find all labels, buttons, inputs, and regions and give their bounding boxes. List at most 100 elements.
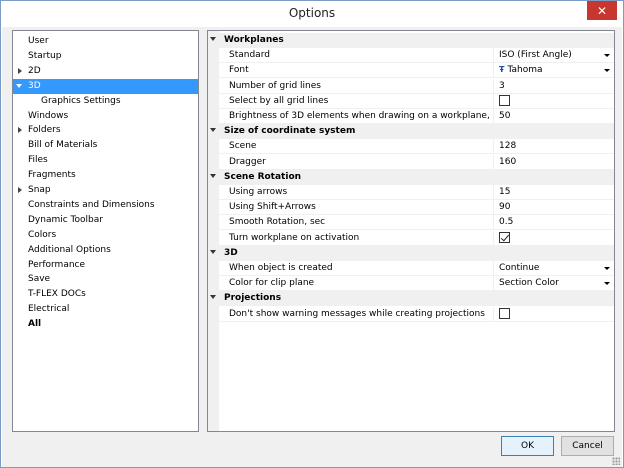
dropdown-arrow-icon[interactable] xyxy=(604,282,610,286)
property-value-text: Continue xyxy=(499,263,540,273)
grid-property-row[interactable]: Number of grid lines 3 xyxy=(219,78,614,94)
property-value[interactable] xyxy=(493,93,614,108)
tree-item[interactable]: Additional Options xyxy=(13,243,198,258)
expanded-arrow-icon[interactable] xyxy=(16,83,22,88)
property-value[interactable]: 128 xyxy=(493,139,614,154)
property-value[interactable]: 160 xyxy=(493,154,614,169)
property-value[interactable]: 15 xyxy=(493,185,614,199)
dialog-body: User Startup 2D 3D Graphics Settings Windows F… xyxy=(2,27,622,467)
tree-item[interactable]: Bill of Materials xyxy=(13,138,198,153)
property-name: Don't show warning messages while creati… xyxy=(229,308,485,319)
grid-category[interactable]: Scene Rotation xyxy=(208,169,614,185)
options-tree[interactable]: User Startup 2D 3D Graphics Settings Windows F… xyxy=(12,30,199,432)
property-value[interactable]: ISO (First Angle) xyxy=(493,48,614,63)
grid-property-row[interactable]: Select by all grid lines xyxy=(219,93,614,109)
tree-item-label: Files xyxy=(28,155,48,166)
tree-item[interactable]: All xyxy=(13,317,198,332)
property-value[interactable] xyxy=(493,306,614,321)
cancel-button[interactable]: Cancel xyxy=(561,436,614,456)
tree-item[interactable]: T-FLEX DOCs xyxy=(13,287,198,302)
collapsed-arrow-icon[interactable] xyxy=(18,127,22,134)
tree-item[interactable]: Fragments xyxy=(13,168,198,183)
property-value[interactable]: 0.5 xyxy=(493,215,614,230)
close-button[interactable]: ✕ xyxy=(587,1,617,20)
tree-item[interactable]: 2D xyxy=(13,64,198,79)
tree-item[interactable]: Windows xyxy=(13,109,198,124)
property-value[interactable]: Continue xyxy=(493,261,614,275)
checkbox-unchecked[interactable] xyxy=(499,307,510,319)
category-collapse-icon[interactable] xyxy=(210,128,216,133)
property-name: Standard xyxy=(229,50,270,61)
ok-button[interactable]: OK xyxy=(501,436,554,456)
tree-item-label: T-FLEX DOCs xyxy=(28,289,86,300)
tree-item-label: Folders xyxy=(28,125,61,136)
tree-item[interactable]: User xyxy=(13,34,198,49)
grid-property-row[interactable]: Standard ISO (First Angle) xyxy=(219,48,614,64)
property-value-text: 3 xyxy=(499,80,505,91)
collapsed-arrow-icon[interactable] xyxy=(18,187,22,193)
tree-item-label: Performance xyxy=(28,259,86,270)
property-value-text: Section Color xyxy=(499,278,559,289)
grid-property-row[interactable]: Font Ŧ Tahoma xyxy=(219,63,614,79)
property-value[interactable]: 50 xyxy=(493,109,614,123)
grid-category[interactable]: Size of coordinate system xyxy=(208,124,614,140)
category-collapse-icon[interactable] xyxy=(210,37,216,41)
category-collapse-icon[interactable] xyxy=(210,295,216,300)
tree-item[interactable]: Files xyxy=(13,153,198,168)
tree-item[interactable]: Electrical xyxy=(13,302,198,317)
grid-property-row[interactable]: Smooth Rotation, sec 0.5 xyxy=(219,215,614,231)
dropdown-arrow-icon[interactable] xyxy=(604,267,610,270)
resize-grip-icon[interactable] xyxy=(612,457,620,465)
tree-item[interactable]: Save xyxy=(13,272,198,287)
font-icon: Ŧ xyxy=(499,65,505,75)
tree-item-label: Constraints and Dimensions xyxy=(28,199,155,210)
property-name: Using Shift+Arrows xyxy=(229,202,316,213)
grid-property-row[interactable]: When object is created Continue xyxy=(219,261,614,276)
tree-item-label: Dynamic Toolbar xyxy=(28,214,103,225)
checkbox-unchecked[interactable] xyxy=(499,94,510,106)
title-bar: Options ✕ xyxy=(1,1,623,27)
property-value[interactable]: 90 xyxy=(493,200,614,215)
tree-item[interactable]: Colors xyxy=(13,228,198,243)
tree-item-label: Electrical xyxy=(28,304,70,315)
tree-item[interactable]: Graphics Settings xyxy=(13,94,198,109)
property-grid[interactable]: Workplanes Standard ISO (First Angle) Font Ŧ… xyxy=(207,30,615,432)
grid-property-row[interactable]: Using arrows 15 xyxy=(219,185,614,200)
grid-property-row[interactable]: Dragger 160 xyxy=(219,154,614,170)
category-collapse-icon[interactable] xyxy=(210,173,216,178)
property-name: Number of grid lines xyxy=(229,80,321,91)
dropdown-arrow-icon[interactable] xyxy=(604,54,610,58)
tree-item[interactable]: 3D xyxy=(13,78,198,94)
tree-item[interactable]: Dynamic Toolbar xyxy=(13,213,198,228)
dropdown-arrow-icon[interactable] xyxy=(604,69,610,73)
grid-gutter xyxy=(208,31,219,431)
collapsed-arrow-icon[interactable] xyxy=(18,67,22,74)
grid-category[interactable]: Projections xyxy=(208,291,614,307)
grid-property-row[interactable]: Color for clip plane Section Color xyxy=(219,276,614,292)
tree-item[interactable]: Snap xyxy=(13,183,198,198)
property-value[interactable] xyxy=(493,230,614,245)
property-name: Smooth Rotation, sec xyxy=(229,217,326,228)
close-icon: ✕ xyxy=(596,3,608,18)
grid-property-row[interactable]: Scene 128 xyxy=(219,139,614,155)
checkbox-checked[interactable] xyxy=(499,231,510,243)
property-value[interactable]: Ŧ Tahoma xyxy=(493,63,614,78)
tree-item[interactable]: Folders xyxy=(13,123,198,138)
category-collapse-icon[interactable] xyxy=(210,249,216,254)
grid-property-row[interactable]: Brightness of 3D elements when drawing o… xyxy=(219,109,614,124)
property-value[interactable]: Section Color xyxy=(493,276,614,291)
tree-item[interactable]: Performance xyxy=(13,258,198,273)
property-value-text: 15 xyxy=(499,187,511,197)
property-value-text: 90 xyxy=(499,202,511,213)
tree-item[interactable]: Constraints and Dimensions xyxy=(13,198,198,213)
tree-item[interactable]: Startup xyxy=(13,49,198,64)
grid-category[interactable]: Workplanes xyxy=(208,33,614,48)
property-value[interactable]: 3 xyxy=(493,78,614,93)
grid-property-row[interactable]: Don't show warning messages while creati… xyxy=(219,306,614,322)
grid-property-row[interactable]: Turn workplane on activation xyxy=(219,230,614,246)
grid-category[interactable]: 3D xyxy=(208,245,614,261)
tree-item-label: Bill of Materials xyxy=(28,140,98,151)
grid-property-row[interactable]: Using Shift+Arrows 90 xyxy=(219,200,614,216)
property-value-text: 160 xyxy=(499,156,517,167)
category-label: Workplanes xyxy=(224,35,284,45)
